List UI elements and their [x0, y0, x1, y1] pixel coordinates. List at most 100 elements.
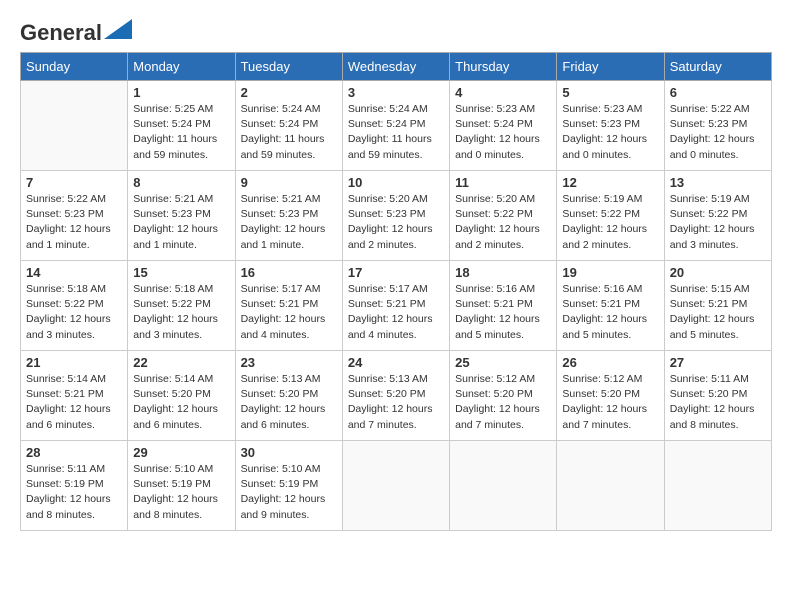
day-info: Sunrise: 5:11 AMSunset: 5:19 PMDaylight:…	[26, 462, 122, 523]
day-number: 19	[562, 265, 658, 280]
weekday-header-monday: Monday	[128, 53, 235, 81]
page-header: General	[20, 20, 772, 42]
weekday-header-wednesday: Wednesday	[342, 53, 449, 81]
day-info: Sunrise: 5:17 AMSunset: 5:21 PMDaylight:…	[241, 282, 337, 343]
day-info: Sunrise: 5:10 AMSunset: 5:19 PMDaylight:…	[133, 462, 229, 523]
day-number: 22	[133, 355, 229, 370]
day-info: Sunrise: 5:10 AMSunset: 5:19 PMDaylight:…	[241, 462, 337, 523]
weekday-header-thursday: Thursday	[450, 53, 557, 81]
calendar-cell: 5Sunrise: 5:23 AMSunset: 5:23 PMDaylight…	[557, 81, 664, 171]
day-info: Sunrise: 5:23 AMSunset: 5:24 PMDaylight:…	[455, 102, 551, 163]
day-number: 26	[562, 355, 658, 370]
calendar-cell: 2 Sunrise: 5:24 AMSunset: 5:24 PMDaylight…	[235, 81, 342, 171]
day-number: 21	[26, 355, 122, 370]
day-number: 3	[348, 85, 444, 100]
day-number: 7	[26, 175, 122, 190]
calendar-cell: 25Sunrise: 5:12 AMSunset: 5:20 PMDayligh…	[450, 351, 557, 441]
logo-icon	[104, 19, 132, 39]
calendar-cell: 30 Sunrise: 5:10 AMSunset: 5:19 PMDayligh…	[235, 441, 342, 531]
day-info: Sunrise: 5:15 AMSunset: 5:21 PMDaylight:…	[670, 282, 766, 343]
day-info: Sunrise: 5:13 AMSunset: 5:20 PMDaylight:…	[348, 372, 444, 433]
calendar-table: SundayMondayTuesdayWednesdayThursdayFrid…	[20, 52, 772, 531]
day-info: Sunrise: 5:25 AMSunset: 5:24 PMDaylight:…	[133, 102, 229, 163]
day-number: 9	[241, 175, 337, 190]
calendar-week-row: 21Sunrise: 5:14 AMSunset: 5:21 PMDayligh…	[21, 351, 772, 441]
day-number: 11	[455, 175, 551, 190]
calendar-cell: 6 Sunrise: 5:22 AMSunset: 5:23 PMDaylight…	[664, 81, 771, 171]
day-info: Sunrise: 5:12 AMSunset: 5:20 PMDaylight:…	[562, 372, 658, 433]
calendar-cell: 14Sunrise: 5:18 AMSunset: 5:22 PMDayligh…	[21, 261, 128, 351]
day-number: 29	[133, 445, 229, 460]
calendar-week-row: 14 Sunrise: 5:18 AMSunset: 5:22 PMDayligh…	[21, 261, 772, 351]
calendar-cell: 17Sunrise: 5:17 AMSunset: 5:21 PMDayligh…	[342, 261, 449, 351]
calendar-cell: 10 Sunrise: 5:20 AMSunset: 5:23 PMDayligh…	[342, 171, 449, 261]
calendar-cell	[557, 441, 664, 531]
day-info: Sunrise: 5:18 AMSunset: 5:22 PMDaylight:…	[133, 282, 229, 343]
calendar-cell: 28 Sunrise: 5:11 AMSunset: 5:19 PMDayligh…	[21, 441, 128, 531]
weekday-header-friday: Friday	[557, 53, 664, 81]
day-info: Sunrise: 5:20 AMSunset: 5:23 PMDaylight:…	[348, 192, 444, 253]
calendar-cell: 23 Sunrise: 5:13 AMSunset: 5:20 PMDayligh…	[235, 351, 342, 441]
calendar-cell: 11 Sunrise: 5:20 AMSunset: 5:22 PMDayligh…	[450, 171, 557, 261]
day-info: Sunrise: 5:22 AMSunset: 5:23 PMDaylight:…	[26, 192, 122, 253]
calendar-cell: 26 Sunrise: 5:12 AMSunset: 5:20 PMDayligh…	[557, 351, 664, 441]
day-number: 5	[562, 85, 658, 100]
day-number: 30	[241, 445, 337, 460]
calendar-cell: 24 Sunrise: 5:13 AMSunset: 5:20 PMDayligh…	[342, 351, 449, 441]
day-number: 24	[348, 355, 444, 370]
day-number: 13	[670, 175, 766, 190]
calendar-cell: 29 Sunrise: 5:10 AMSunset: 5:19 PMDayligh…	[128, 441, 235, 531]
calendar-cell: 9 Sunrise: 5:21 AMSunset: 5:23 PMDaylight…	[235, 171, 342, 261]
day-number: 27	[670, 355, 766, 370]
logo-general: General	[20, 20, 102, 46]
day-number: 1	[133, 85, 229, 100]
day-number: 20	[670, 265, 766, 280]
calendar-cell	[21, 81, 128, 171]
calendar-cell: 22 Sunrise: 5:14 AMSunset: 5:20 PMDayligh…	[128, 351, 235, 441]
day-number: 18	[455, 265, 551, 280]
day-info: Sunrise: 5:22 AMSunset: 5:23 PMDaylight:…	[670, 102, 766, 163]
day-number: 10	[348, 175, 444, 190]
logo: General	[20, 20, 132, 42]
weekday-header-sunday: Sunday	[21, 53, 128, 81]
calendar-cell	[450, 441, 557, 531]
day-number: 12	[562, 175, 658, 190]
day-info: Sunrise: 5:21 AMSunset: 5:23 PMDaylight:…	[241, 192, 337, 253]
calendar-cell	[342, 441, 449, 531]
calendar-cell: 19Sunrise: 5:16 AMSunset: 5:21 PMDayligh…	[557, 261, 664, 351]
calendar-week-row: 1 Sunrise: 5:25 AMSunset: 5:24 PMDaylight…	[21, 81, 772, 171]
calendar-cell: 21Sunrise: 5:14 AMSunset: 5:21 PMDayligh…	[21, 351, 128, 441]
day-number: 16	[241, 265, 337, 280]
day-info: Sunrise: 5:12 AMSunset: 5:20 PMDaylight:…	[455, 372, 551, 433]
day-info: Sunrise: 5:24 AMSunset: 5:24 PMDaylight:…	[348, 102, 444, 163]
day-info: Sunrise: 5:19 AMSunset: 5:22 PMDaylight:…	[562, 192, 658, 253]
day-number: 15	[133, 265, 229, 280]
day-info: Sunrise: 5:21 AMSunset: 5:23 PMDaylight:…	[133, 192, 229, 253]
day-number: 17	[348, 265, 444, 280]
calendar-cell: 18Sunrise: 5:16 AMSunset: 5:21 PMDayligh…	[450, 261, 557, 351]
day-info: Sunrise: 5:11 AMSunset: 5:20 PMDaylight:…	[670, 372, 766, 433]
day-number: 4	[455, 85, 551, 100]
day-info: Sunrise: 5:13 AMSunset: 5:20 PMDaylight:…	[241, 372, 337, 433]
day-info: Sunrise: 5:20 AMSunset: 5:22 PMDaylight:…	[455, 192, 551, 253]
calendar-cell: 1 Sunrise: 5:25 AMSunset: 5:24 PMDaylight…	[128, 81, 235, 171]
day-number: 6	[670, 85, 766, 100]
calendar-cell: 8Sunrise: 5:21 AMSunset: 5:23 PMDaylight…	[128, 171, 235, 261]
calendar-cell: 20 Sunrise: 5:15 AMSunset: 5:21 PMDayligh…	[664, 261, 771, 351]
day-number: 14	[26, 265, 122, 280]
calendar-cell: 15 Sunrise: 5:18 AMSunset: 5:22 PMDayligh…	[128, 261, 235, 351]
day-info: Sunrise: 5:19 AMSunset: 5:22 PMDaylight:…	[670, 192, 766, 253]
calendar-cell: 7 Sunrise: 5:22 AMSunset: 5:23 PMDaylight…	[21, 171, 128, 261]
day-info: Sunrise: 5:24 AMSunset: 5:24 PMDaylight:…	[241, 102, 337, 163]
day-number: 23	[241, 355, 337, 370]
day-info: Sunrise: 5:14 AMSunset: 5:20 PMDaylight:…	[133, 372, 229, 433]
calendar-header-row: SundayMondayTuesdayWednesdayThursdayFrid…	[21, 53, 772, 81]
day-number: 28	[26, 445, 122, 460]
day-number: 2	[241, 85, 337, 100]
calendar-cell: 3 Sunrise: 5:24 AMSunset: 5:24 PMDaylight…	[342, 81, 449, 171]
calendar-cell: 13 Sunrise: 5:19 AMSunset: 5:22 PMDayligh…	[664, 171, 771, 261]
calendar-cell	[664, 441, 771, 531]
calendar-cell: 4 Sunrise: 5:23 AMSunset: 5:24 PMDaylight…	[450, 81, 557, 171]
calendar-cell: 27 Sunrise: 5:11 AMSunset: 5:20 PMDayligh…	[664, 351, 771, 441]
calendar-cell: 16 Sunrise: 5:17 AMSunset: 5:21 PMDayligh…	[235, 261, 342, 351]
